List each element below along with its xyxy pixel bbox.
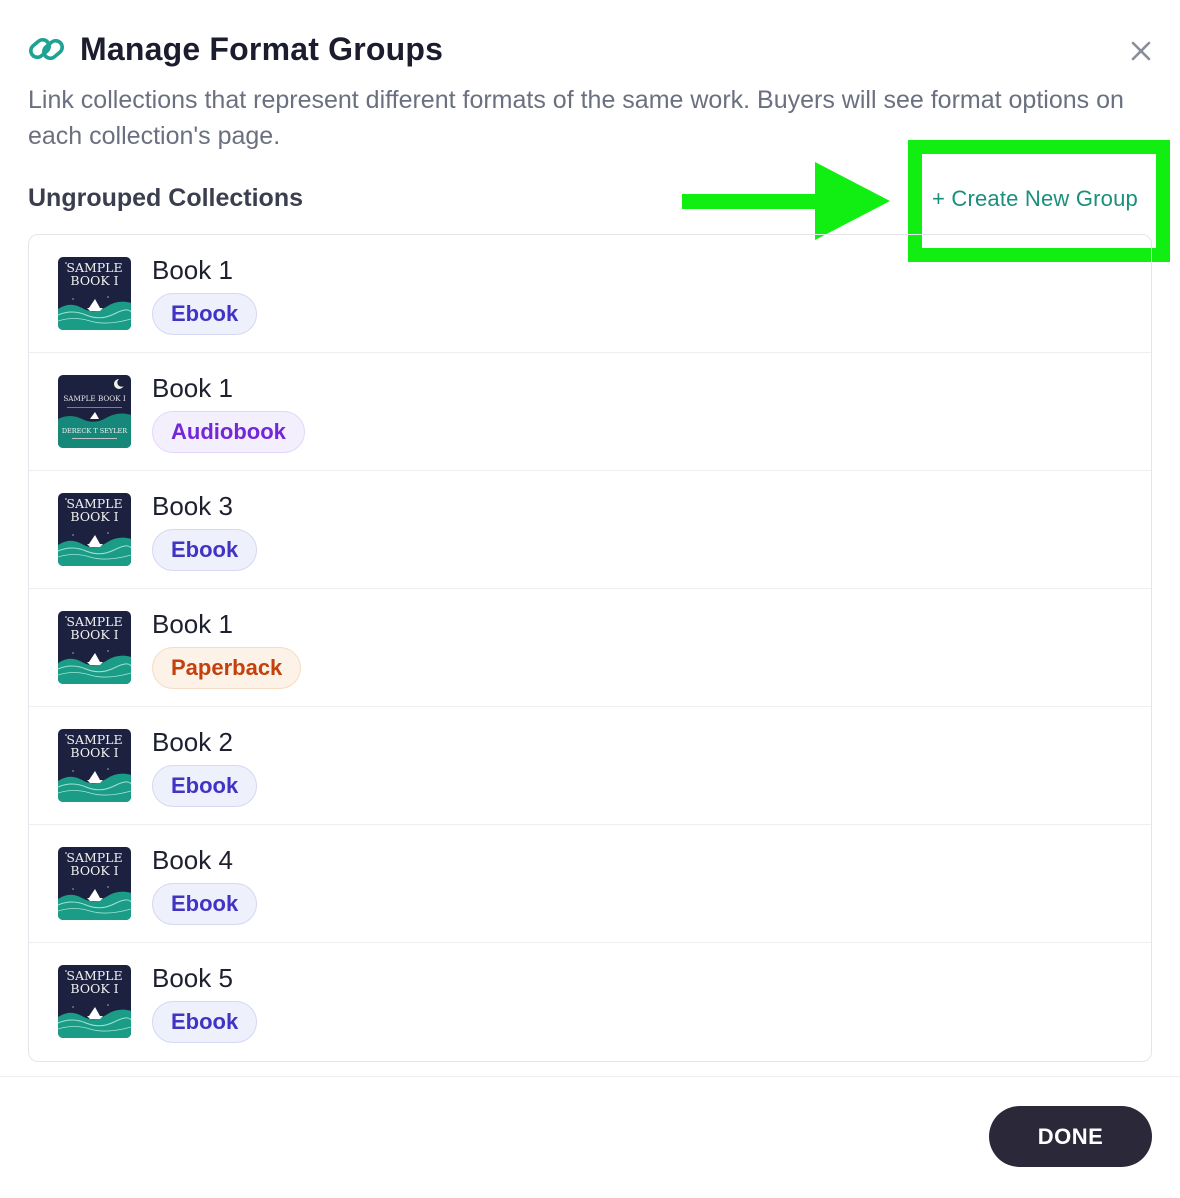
collection-title: Book 1	[152, 373, 233, 403]
format-badge-ebook: Ebook	[152, 529, 258, 571]
ebook-cover: SAMPLE BOOK I	[58, 611, 131, 684]
modal-title: Manage Format Groups	[80, 30, 444, 67]
collection-row[interactable]: SAMPLE BOOK I Book 2 Ebook	[29, 707, 1151, 825]
cover-title-line2: BOOK I	[70, 627, 118, 642]
cover-title-line2: BOOK I	[70, 745, 118, 760]
format-badge-ebook: Ebook	[152, 765, 258, 807]
collection-title: Book 5	[152, 963, 233, 993]
done-button[interactable]: DONE	[989, 1106, 1152, 1167]
audiobook-cover: SAMPLE BOOK I DERECK T SEYLER	[58, 375, 131, 448]
collection-title: Book 1	[152, 255, 233, 285]
cover-title-line2: BOOK I	[70, 863, 118, 878]
format-badge-audiobook: Audiobook	[152, 411, 305, 453]
ebook-cover: SAMPLE BOOK I	[58, 847, 131, 920]
ebook-cover: SAMPLE BOOK I	[58, 257, 131, 330]
footer-divider	[0, 1076, 1180, 1077]
link-icon	[28, 30, 66, 68]
close-icon	[1131, 41, 1151, 61]
collection-title: Book 4	[152, 845, 233, 875]
collection-title: Book 2	[152, 727, 233, 757]
collection-row[interactable]: SAMPLE BOOK I DERECK T SEYLER Book 1 Audi…	[29, 353, 1151, 471]
format-badge-ebook: Ebook	[152, 1001, 258, 1043]
ebook-cover: SAMPLE BOOK I	[58, 493, 131, 566]
ebook-cover: SAMPLE BOOK I	[58, 965, 131, 1038]
create-new-group-button[interactable]: + Create New Group	[932, 186, 1138, 212]
collection-row[interactable]: SAMPLE BOOK I Book 5 Ebook	[29, 943, 1151, 1061]
cover-author: DERECK T SEYLER	[62, 427, 128, 435]
cover-title: SAMPLE BOOK I	[63, 394, 125, 403]
cover-title-line2: BOOK I	[70, 981, 118, 996]
collection-row[interactable]: SAMPLE BOOK I Book 1 Paperback	[29, 589, 1151, 707]
arrow-right-icon	[682, 162, 890, 240]
collection-title: Book 1	[152, 609, 233, 639]
collection-row[interactable]: SAMPLE BOOK I Book 4 Ebook	[29, 825, 1151, 943]
collection-title: Book 3	[152, 491, 233, 521]
cover-title-line2: BOOK I	[70, 273, 118, 288]
close-button[interactable]	[1122, 32, 1160, 70]
collection-row[interactable]: SAMPLE BOOK I Book 1 Ebook	[29, 235, 1151, 353]
format-badge-ebook: Ebook	[152, 293, 258, 335]
collection-row[interactable]: SAMPLE BOOK I Book 3 Ebook	[29, 471, 1151, 589]
format-badge-paperback: Paperback	[152, 647, 302, 689]
cover-title-line2: BOOK I	[70, 509, 118, 524]
manage-format-groups-modal: Manage Format Groups Link collections th…	[0, 0, 1180, 1198]
ebook-cover: SAMPLE BOOK I	[58, 729, 131, 802]
format-badge-ebook: Ebook	[152, 883, 258, 925]
modal-header: Manage Format Groups	[28, 30, 443, 68]
collections-list: SAMPLE BOOK I Book 1 Ebook SAMPLE BOOK I …	[28, 234, 1152, 1062]
ungrouped-collections-heading: Ungrouped Collections	[28, 184, 303, 212]
